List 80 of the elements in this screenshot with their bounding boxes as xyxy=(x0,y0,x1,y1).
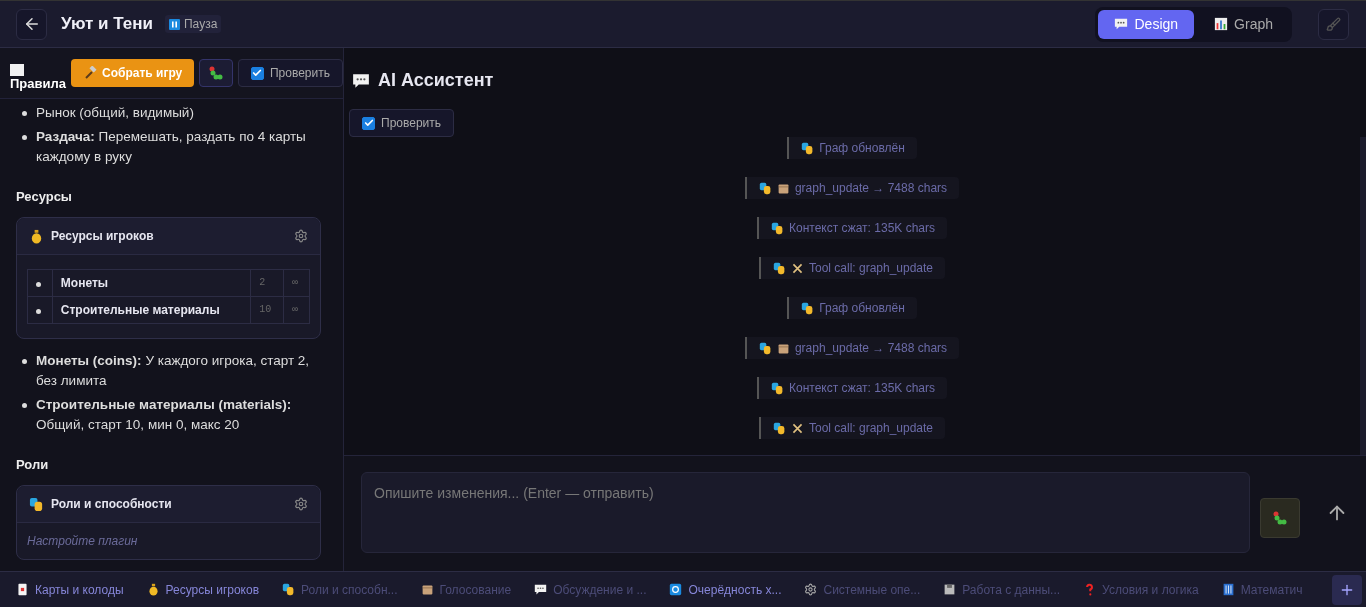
bullet-icon xyxy=(22,111,27,116)
log-message: Tool call: graph_update xyxy=(758,257,946,279)
masks-icon xyxy=(282,583,296,596)
log-message: Граф обновлён xyxy=(787,297,917,319)
log-message: graph_update → 7488 chars xyxy=(744,177,960,199)
plugin-tab[interactable]: Очерёдность х... xyxy=(669,582,782,597)
caterpillar-icon xyxy=(208,65,225,81)
bullet-icon xyxy=(22,359,27,364)
masks-icon xyxy=(29,496,44,512)
masks-icon xyxy=(771,381,784,395)
section-heading: Ресурсы xyxy=(16,188,73,206)
status-label: Пауза xyxy=(164,15,222,33)
settings-icon[interactable] xyxy=(294,229,308,243)
tools-icon xyxy=(790,261,804,275)
log-message: Контекст сжат: 135K chars xyxy=(757,377,947,399)
plugin-tab[interactable]: Карты и колоды xyxy=(16,582,124,597)
pause-icon xyxy=(168,18,180,30)
check-toggle[interactable]: Проверить xyxy=(238,59,343,87)
hammer-icon xyxy=(83,66,97,80)
masks-icon xyxy=(801,301,815,315)
log-message: Tool call: graph_update xyxy=(758,417,946,439)
playing-card-icon xyxy=(16,583,29,596)
table-cell: ∞ xyxy=(283,296,310,324)
mode-tab[interactable]: Graph xyxy=(1198,9,1289,39)
card-title: Ресурсы игроков xyxy=(51,228,155,245)
brush-icon xyxy=(1326,16,1341,32)
masks-icon xyxy=(801,141,815,155)
table-cell: Строительные материалы xyxy=(52,296,251,324)
speech-bubble-icon xyxy=(1114,17,1129,31)
rules-tab[interactable]: Правила xyxy=(10,63,66,91)
build-game-button[interactable]: Собрать игру xyxy=(71,59,195,87)
checkmark-icon xyxy=(252,68,263,78)
back-button[interactable] xyxy=(16,8,47,40)
settings-icon[interactable] xyxy=(294,497,308,511)
package-icon xyxy=(776,181,790,195)
rule-text: Монеты (coins): У каждого игрока, старт 2, без лимита xyxy=(36,352,311,390)
table-cell: 10 xyxy=(250,296,284,324)
message-input[interactable]: Опишите изменения... (Enter — отправить) xyxy=(361,472,1250,553)
check-toggle[interactable]: Проверить xyxy=(349,109,454,137)
abacus-icon xyxy=(1221,583,1235,596)
project-title: Уют и Тени xyxy=(61,14,153,34)
bar-chart-icon xyxy=(1214,17,1229,31)
card-hint: Настройте плагин xyxy=(26,533,139,550)
speech-bubble-icon xyxy=(534,583,548,596)
masks-icon xyxy=(772,421,786,435)
masks-icon xyxy=(758,341,772,355)
money-bag-icon xyxy=(29,228,44,244)
assistant-title: AI Ассистент xyxy=(378,70,494,91)
rule-text: Раздача: Перемешать, раздать по 4 карты каждому в руку xyxy=(36,128,307,166)
plugin-tab[interactable]: Ресурсы игроков xyxy=(146,582,260,597)
bullet-icon xyxy=(36,309,41,314)
table-cell: Монеты xyxy=(52,269,251,297)
masks-icon xyxy=(758,181,772,195)
rule-text: Рынок (общий, видимый) xyxy=(36,104,194,122)
bullet-icon xyxy=(22,403,27,408)
table-cell: ∞ xyxy=(283,269,310,297)
package-icon xyxy=(776,341,790,355)
book-icon xyxy=(10,63,24,76)
masks-icon xyxy=(771,221,784,235)
log-message: Контекст сжат: 135K chars xyxy=(757,217,947,239)
caterpillar-icon xyxy=(1272,510,1288,526)
speech-bubble-icon xyxy=(352,71,370,90)
bullet-icon xyxy=(36,282,41,287)
caterpillar-button[interactable] xyxy=(199,59,233,87)
bullet-icon xyxy=(22,135,27,140)
mode-tab[interactable]: Design xyxy=(1098,9,1195,39)
rule-text: Строительные материалы (materials): Общий, старт 10, мин 0, макс 20 xyxy=(36,396,293,434)
masks-icon xyxy=(772,261,786,275)
add-button[interactable] xyxy=(1332,574,1362,605)
section-heading: Роли xyxy=(16,456,50,474)
cycle-icon xyxy=(669,583,683,596)
tools-icon xyxy=(790,421,804,435)
checkmark-icon xyxy=(363,118,374,128)
table-cell: 2 xyxy=(250,269,284,297)
log-message: Граф обновлён xyxy=(787,137,917,159)
log-message: graph_update → 7488 chars xyxy=(744,337,960,359)
package-icon xyxy=(420,583,434,596)
caterpillar-button[interactable] xyxy=(1260,498,1300,538)
gear-icon xyxy=(804,583,818,596)
card-title: Роли и способности xyxy=(51,496,173,513)
